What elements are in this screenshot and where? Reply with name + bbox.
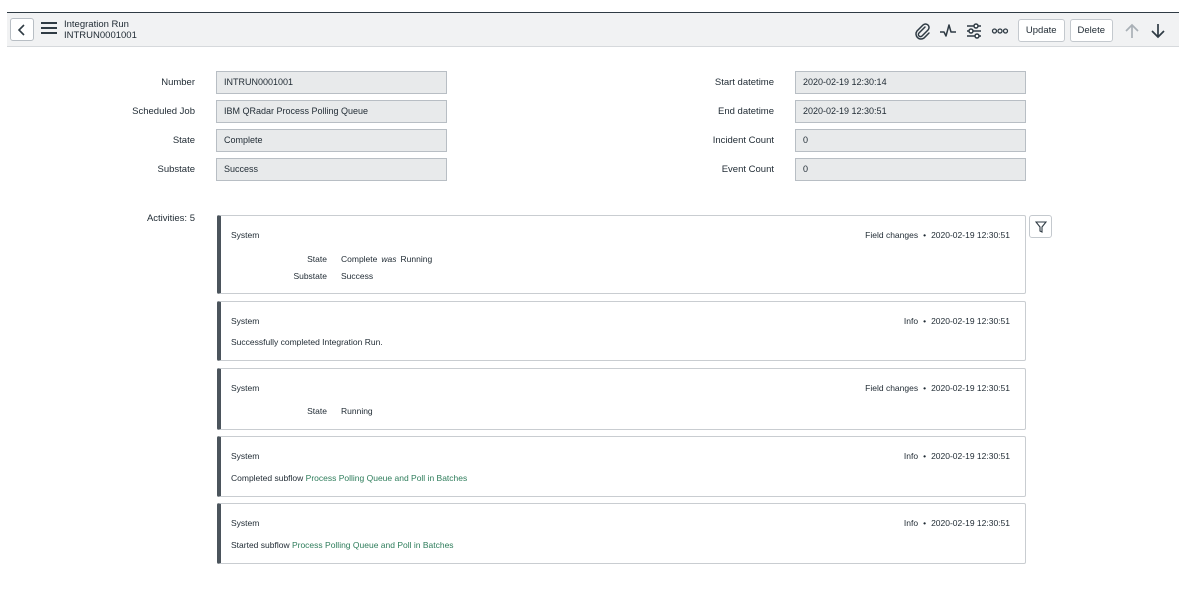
substate-label: Substate <box>157 164 196 175</box>
activity-text: Completed subflow Process Polling Queue … <box>231 473 467 483</box>
title-block: Integration Run INTRUN0001001 <box>64 19 137 41</box>
start-datetime-field[interactable]: 2020-02-19 12:30:14 <box>795 71 1026 94</box>
record-number: INTRUN0001001 <box>64 30 137 41</box>
new-value: Running <box>341 406 373 416</box>
event-count-label: Event Count <box>721 164 774 175</box>
event-count-field[interactable]: 0 <box>795 158 1026 181</box>
separator: • <box>923 383 927 393</box>
scheduled-job-field[interactable]: IBM QRadar Process Polling Queue <box>216 100 447 123</box>
activity-meta: Info • 2020-02-19 12:30:51 <box>904 451 1010 461</box>
activity-time: 2020-02-19 12:30:51 <box>931 518 1010 528</box>
filter-icon <box>1034 220 1047 233</box>
activity-pulse-icon[interactable] <box>935 18 961 44</box>
activity-card: System Info • 2020-02-19 12:30:51 Successf… <box>217 301 1026 361</box>
activity-type: Info <box>903 316 919 326</box>
start-datetime-label: Start datetime <box>714 77 774 88</box>
arrow-down-icon[interactable] <box>1145 18 1171 44</box>
activity-author: System <box>231 518 260 528</box>
activity-author: System <box>231 383 260 393</box>
separator: • <box>923 451 927 461</box>
arrow-up-icon[interactable] <box>1119 18 1145 44</box>
top-spacer <box>0 0 1197 12</box>
end-datetime-field[interactable]: 2020-02-19 12:30:51 <box>795 100 1026 123</box>
paperclip-icon[interactable] <box>909 18 935 44</box>
separator: • <box>923 316 927 326</box>
activity-time: 2020-02-19 12:30:51 <box>931 230 1010 240</box>
activity-card: System Field changes • 2020-02-19 12:30:51… <box>217 368 1026 430</box>
subflow-link[interactable]: Process Polling Queue and Poll in Batche… <box>306 473 468 483</box>
field-change-label: Substate <box>293 271 327 281</box>
end-datetime-label: End datetime <box>718 106 774 117</box>
activity-meta: Field changes • 2020-02-19 12:30:51 <box>865 383 1010 393</box>
old-value: Running <box>400 254 433 264</box>
activity-type: Info <box>903 518 919 528</box>
field-change-label: State <box>307 254 327 264</box>
page-title: Integration Run <box>64 19 129 30</box>
hamburger-menu-icon[interactable] <box>41 22 57 36</box>
record-header: Integration Run INTRUN0001001 Update Del… <box>7 12 1179 47</box>
filter-button[interactable] <box>1029 215 1052 238</box>
subflow-link[interactable]: Process Polling Queue and Poll in Batche… <box>292 540 454 550</box>
scheduled-job-label: Scheduled Job <box>132 106 195 117</box>
new-value: Success <box>341 271 374 281</box>
activity-meta: Info • 2020-02-19 12:30:51 <box>904 316 1010 326</box>
state-field[interactable]: Complete <box>216 129 447 152</box>
activities-label: Activities: 5 <box>146 213 195 224</box>
number-field[interactable]: INTRUN0001001 <box>216 71 447 94</box>
activity-time: 2020-02-19 12:30:51 <box>931 383 1010 393</box>
activity-card: System Info • 2020-02-19 12:30:51 Started … <box>217 503 1026 564</box>
field-change-value: Success <box>341 271 373 281</box>
activity-text: Started subflow Process Polling Queue an… <box>231 540 454 550</box>
state-label: State <box>172 135 195 146</box>
field-change-label: State <box>307 406 327 416</box>
activity-card: System Field changes • 2020-02-19 12:30:51… <box>217 215 1026 294</box>
number-label: Number <box>161 77 195 88</box>
activity-type: Field changes <box>865 383 919 393</box>
activity-author: System <box>231 316 260 326</box>
separator: • <box>923 230 927 240</box>
chevron-left-icon <box>17 23 25 36</box>
activity-text: Successfully completed Integration Run. <box>231 337 383 347</box>
activity-text-prefix: Completed subflow <box>231 473 306 483</box>
activity-meta: Field changes • 2020-02-19 12:30:51 <box>865 230 1010 240</box>
activity-time: 2020-02-19 12:30:51 <box>931 451 1010 461</box>
incident-count-label: Incident Count <box>712 135 774 146</box>
activity-author: System <box>231 451 260 461</box>
back-button[interactable] <box>10 18 34 41</box>
update-button[interactable]: Update <box>1017 19 1065 42</box>
activity-author: System <box>231 230 260 240</box>
activity-type: Info <box>903 451 919 461</box>
incident-count-field[interactable]: 0 <box>795 129 1026 152</box>
activity-meta: Info • 2020-02-19 12:30:51 <box>904 518 1010 528</box>
activity-time: 2020-02-19 12:30:51 <box>931 316 1010 326</box>
activity-type: Field changes <box>865 230 919 240</box>
was-word: was <box>381 254 397 264</box>
separator: • <box>923 518 927 528</box>
activity-text-prefix: Started subflow <box>231 540 292 550</box>
activity-card: System Info • 2020-02-19 12:30:51 Complete… <box>217 436 1026 497</box>
header-toolbar: Update Delete <box>909 17 1171 44</box>
new-value: Complete <box>341 254 378 264</box>
sliders-icon[interactable] <box>961 18 987 44</box>
field-change-value: Running <box>341 406 373 416</box>
substate-field[interactable]: Success <box>216 158 447 181</box>
delete-button[interactable]: Delete <box>1069 19 1113 42</box>
field-change-value: Complete was Running <box>341 254 432 264</box>
more-icon[interactable] <box>987 18 1013 44</box>
